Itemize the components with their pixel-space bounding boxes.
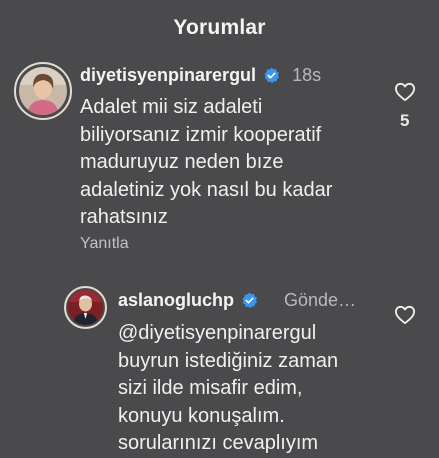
comment-username[interactable]: aslanogluchp [118,290,234,311]
comment-line: adaletiniz yok nasıl bu kadar [80,178,333,201]
comment-header: diyetisyenpinarergul 18s [80,65,321,86]
comment-time: 18s [292,65,322,85]
comment-line: sorularınızı cevaplıyım [118,432,319,454]
comment-line: buyrun istediğiniz zaman [118,349,339,372]
heart-outline-icon[interactable] [394,82,416,102]
comment-line: maduruyuz neden bıze [80,151,284,173]
comment-username[interactable]: diyetisyenpinarergul [80,65,256,86]
comment-time: Gönde… [284,290,357,310]
verified-badge-icon [242,292,258,309]
profile-photo-icon [68,290,103,325]
comments-header: Yorumlar [0,0,439,56]
comment-line[interactable]: @diyetisyenpinarergul [118,320,338,348]
comment-line: rahatsınız [80,206,168,228]
heart-outline-icon[interactable] [394,305,416,325]
profile-photo-icon [19,67,67,115]
page-title: Yorumlar [173,16,266,39]
comment-line: konuyu konuşalım. [118,404,285,427]
comment-line: biliyorsanız izmir kooperatif [80,123,322,146]
comment-line: sizi ilde misafir edim, [118,377,303,399]
like-count: 5 [400,111,410,130]
comment-text: @diyetisyenpinarergul buyrun istediğiniz… [118,320,338,458]
comment-line: Adalet mii siz adaleti [80,96,263,118]
reply-button[interactable]: Yanıtla [80,235,129,253]
verified-badge-icon [264,67,280,84]
comment-header: aslanogluchp Gönde… [118,290,356,311]
avatar[interactable] [68,290,103,325]
avatar[interactable] [19,67,67,115]
comment-text: Adalet mii siz adaleti biliyorsanız izmi… [80,94,332,232]
